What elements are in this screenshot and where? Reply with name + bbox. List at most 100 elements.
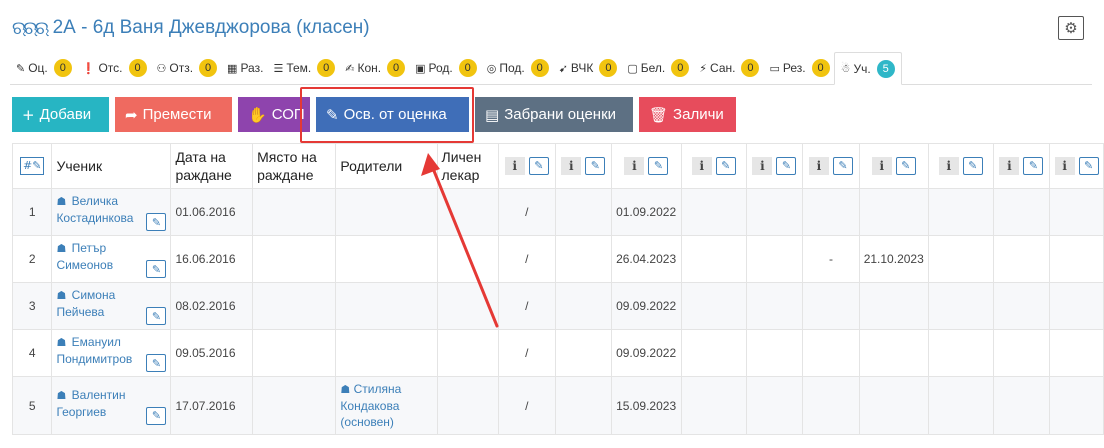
page-title: 2А - 6д Ваня Джевджорова (класен) bbox=[52, 17, 370, 38]
info-icon[interactable]: i bbox=[691, 157, 712, 175]
tab-13[interactable]: ☃ Уч. 5 bbox=[833, 52, 902, 85]
edit-icon[interactable]: ✎ bbox=[895, 157, 916, 175]
extra-cell-10 bbox=[1049, 188, 1104, 236]
tab-4[interactable]: ▦ Раз. bbox=[221, 52, 267, 84]
col-extra-5: i ✎ bbox=[745, 143, 804, 189]
forbid-grades-button[interactable]: ▤ Забрани оценки bbox=[475, 97, 633, 132]
extra-cell-5 bbox=[745, 282, 804, 330]
extra-cell-7: 21.10.2023 bbox=[858, 235, 929, 283]
parents-cell: ☗ Стиляна Кондакова (основен) bbox=[335, 376, 438, 435]
table-row: 2 ☗ Петър Симеонов ✎ 16.06.2016 / 26.04.2023 -… bbox=[11, 235, 1104, 283]
tab-badge: 0 bbox=[199, 59, 218, 77]
edit-icon[interactable]: ✎ bbox=[715, 157, 736, 175]
tab-9[interactable]: ➹ ВЧК 0 bbox=[553, 52, 622, 84]
edit-icon[interactable]: ✎ bbox=[528, 157, 549, 175]
tab-3[interactable]: ⚇ Отз. 0 bbox=[151, 52, 222, 84]
tab-7[interactable]: ▣ Род. 0 bbox=[409, 52, 481, 84]
edit-icon[interactable]: ✎ bbox=[962, 157, 983, 175]
forbid-button-label: Забрани оценки bbox=[504, 106, 617, 123]
row-index: 1 bbox=[11, 188, 53, 236]
tab-2[interactable]: ❗ Отс. 0 bbox=[76, 52, 151, 84]
extra-cell-2 bbox=[554, 282, 613, 330]
edit-icon: ✎ bbox=[32, 159, 42, 172]
tab-label: Бел. bbox=[640, 61, 666, 75]
birth-place-cell bbox=[252, 329, 337, 377]
info-icon[interactable]: i bbox=[752, 157, 773, 175]
edit-student-button[interactable]: ✎ bbox=[146, 354, 167, 372]
tab-label: Кон. bbox=[357, 61, 382, 75]
tab-icon: ▭ bbox=[769, 61, 780, 75]
info-icon[interactable]: i bbox=[808, 157, 829, 175]
index-edit-button[interactable]: # ✎ bbox=[20, 157, 45, 175]
tab-icon: ✍ bbox=[345, 61, 355, 75]
tab-badge: 0 bbox=[671, 59, 690, 77]
extra-cell-7 bbox=[858, 282, 929, 330]
edit-icon[interactable]: ✎ bbox=[832, 157, 853, 175]
edit-student-button[interactable]: ✎ bbox=[146, 213, 167, 231]
hash-label: # bbox=[23, 159, 33, 172]
birth-date-cell: 09.05.2016 bbox=[170, 329, 254, 377]
tab-11[interactable]: ⚡ Сан. 0 bbox=[693, 52, 763, 84]
tab-10[interactable]: ▢ Бел. 0 bbox=[621, 52, 693, 84]
edit-student-button[interactable]: ✎ bbox=[146, 406, 167, 425]
extra-cell-6: - bbox=[802, 235, 860, 283]
extra-cell-9 bbox=[992, 329, 1051, 377]
class-group-icon: ଋଋଋ bbox=[12, 17, 50, 39]
tab-badge: 0 bbox=[458, 59, 477, 77]
parent-link[interactable]: ☗ Стиляна Кондакова (основен) bbox=[340, 381, 432, 430]
student-icon: ☗ bbox=[56, 195, 67, 208]
extra-cell-4 bbox=[680, 188, 747, 236]
tab-icon: ◎ bbox=[486, 61, 497, 75]
edit-student-button[interactable]: ✎ bbox=[146, 307, 167, 325]
col-extra-7: i ✎ bbox=[858, 143, 929, 189]
info-icon[interactable]: i bbox=[504, 157, 525, 175]
edit-icon[interactable]: ✎ bbox=[648, 157, 669, 175]
edit-icon[interactable]: ✎ bbox=[776, 157, 797, 175]
doctor-cell bbox=[436, 376, 500, 435]
info-icon[interactable]: i bbox=[871, 157, 892, 175]
info-icon[interactable]: i bbox=[1054, 157, 1075, 175]
extra-cell-5 bbox=[745, 329, 804, 377]
info-icon[interactable]: i bbox=[624, 157, 645, 175]
col-index: # ✎ bbox=[11, 143, 53, 189]
tab-label: ВЧК bbox=[570, 61, 594, 75]
settings-button[interactable]: ⚙ bbox=[1058, 16, 1084, 40]
edit-student-button[interactable]: ✎ bbox=[146, 260, 167, 278]
tab-12[interactable]: ▭ Рез. 0 bbox=[763, 52, 833, 84]
extra-cell-8 bbox=[927, 188, 994, 236]
exempt-from-grade-button[interactable]: ✎ Осв. от оценка bbox=[316, 97, 469, 132]
delete-button[interactable]: 🗑 Заличи bbox=[639, 97, 736, 132]
tab-5[interactable]: ☰ Тем. 0 bbox=[267, 52, 339, 84]
col-extra-9: i ✎ bbox=[992, 143, 1051, 189]
extra-cell-8 bbox=[927, 376, 994, 435]
parents-cell bbox=[335, 329, 438, 377]
student-cell: ☗ Емануил Пондимитров ✎ bbox=[51, 329, 172, 377]
tab-8[interactable]: ◎ Под. 0 bbox=[481, 52, 553, 84]
add-button-label: Добави bbox=[39, 106, 92, 123]
tab-1[interactable]: ✎ Оц. 0 bbox=[10, 52, 76, 84]
info-icon[interactable]: i bbox=[999, 157, 1020, 175]
edit-icon[interactable]: ✎ bbox=[585, 157, 606, 175]
move-button[interactable]: ➦ Премести bbox=[115, 97, 232, 132]
info-icon[interactable]: i bbox=[561, 157, 582, 175]
tab-6[interactable]: ✍ Кон. 0 bbox=[339, 52, 409, 84]
tab-icon: ☃ bbox=[840, 62, 851, 75]
col-parents: Родители bbox=[335, 143, 438, 189]
row-index: 2 bbox=[11, 235, 53, 283]
tab-badge: 0 bbox=[599, 59, 618, 77]
action-toolbar: + Добави ➦ Премести ✋ СОП ✎ Осв. от оцен… bbox=[12, 97, 742, 132]
extra-cell-9 bbox=[992, 235, 1051, 283]
sop-button[interactable]: ✋ СОП bbox=[238, 97, 310, 132]
add-button[interactable]: + Добави bbox=[12, 97, 109, 132]
extra-cell-6 bbox=[802, 282, 860, 330]
edit-icon[interactable]: ✎ bbox=[1078, 157, 1099, 175]
edit-icon[interactable]: ✎ bbox=[1023, 157, 1044, 175]
col-extra-2: i ✎ bbox=[554, 143, 613, 189]
table-row: 3 ☗ Симона Пейчева ✎ 08.02.2016 / 09.09.2022 bbox=[11, 282, 1104, 330]
extra-cell-10 bbox=[1049, 282, 1104, 330]
tab-badge: 0 bbox=[811, 59, 830, 77]
birth-date-cell: 17.07.2016 bbox=[170, 376, 254, 435]
tab-badge: 0 bbox=[317, 59, 336, 77]
info-icon[interactable]: i bbox=[938, 157, 959, 175]
col-student: Ученик bbox=[51, 143, 172, 189]
